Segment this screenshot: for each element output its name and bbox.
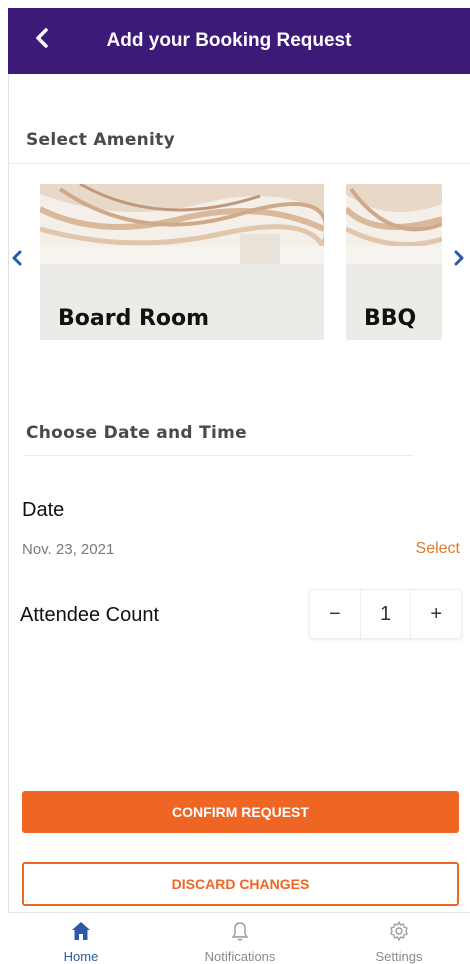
tab-label: Home — [63, 949, 99, 964]
date-label: Date — [22, 499, 65, 521]
tab-label: Settings — [375, 949, 423, 964]
decrement-button[interactable]: − — [310, 590, 360, 638]
app-header: Add your Booking Request — [8, 8, 470, 74]
chevron-left-icon — [36, 28, 48, 48]
attendee-stepper: − 1 + — [309, 589, 462, 639]
carousel-next-button[interactable] — [448, 246, 470, 270]
date-select-link[interactable]: Select — [416, 540, 460, 558]
tab-home[interactable]: Home — [16, 913, 146, 964]
gear-icon — [390, 921, 408, 941]
discard-changes-button[interactable]: DISCARD CHANGES — [22, 862, 459, 906]
choose-date-time-title: Choose Date and Time — [26, 423, 247, 443]
tab-label: Notifications — [204, 949, 276, 964]
chevron-right-icon — [454, 250, 464, 266]
amenity-label: BBQ — [364, 306, 417, 331]
date-value: Nov. 23, 2021 — [22, 541, 115, 558]
amenity-image — [40, 184, 324, 264]
increment-button[interactable]: + — [411, 590, 461, 638]
attendee-count-label: Attendee Count — [20, 604, 159, 626]
amenity-image — [346, 184, 442, 264]
back-button[interactable] — [28, 20, 56, 56]
amenity-card-board-room[interactable]: Board Room — [40, 184, 324, 340]
chevron-left-icon — [12, 250, 22, 266]
page-title: Add your Booking Request — [106, 30, 352, 51]
divider — [24, 455, 414, 456]
divider — [8, 163, 470, 164]
carousel-prev-button[interactable] — [6, 246, 28, 270]
tab-settings[interactable]: Settings — [334, 913, 464, 964]
home-icon — [72, 922, 90, 940]
select-amenity-title: Select Amenity — [26, 130, 175, 150]
tab-notifications[interactable]: Notifications — [175, 913, 305, 964]
bottom-tab-bar: Home Notifications Settings — [8, 912, 470, 964]
bell-icon — [231, 922, 249, 941]
confirm-request-button[interactable]: CONFIRM REQUEST — [22, 791, 459, 833]
amenity-label: Board Room — [58, 306, 210, 331]
amenity-card-bbq[interactable]: BBQ — [346, 184, 442, 340]
left-border — [8, 74, 9, 964]
attendee-count-value: 1 — [359, 590, 412, 638]
